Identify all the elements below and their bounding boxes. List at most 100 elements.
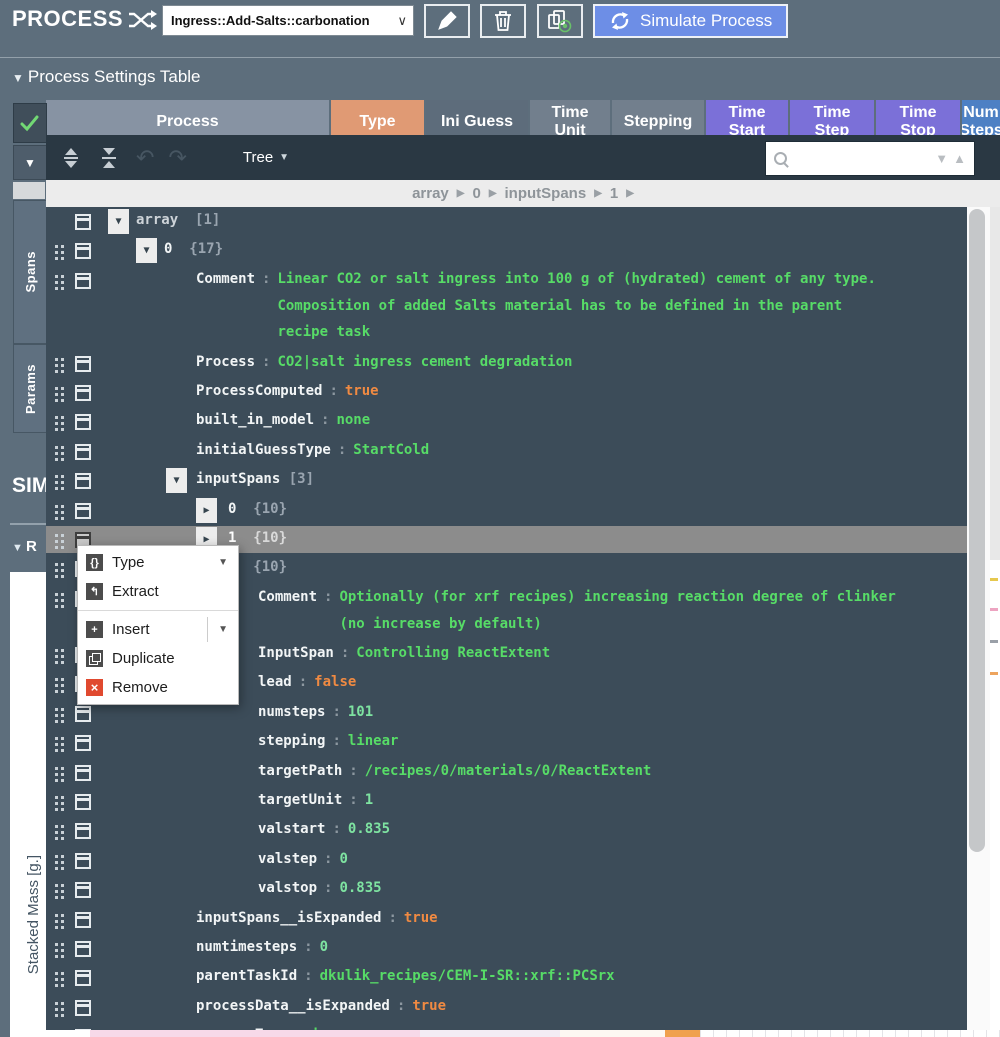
row-actions-button[interactable] (75, 882, 91, 898)
breadcrumb-item[interactable]: array (412, 185, 449, 202)
drag-handle[interactable] (55, 914, 58, 917)
row-actions-button[interactable] (75, 853, 91, 869)
json-value[interactable]: 0.835 (339, 875, 381, 902)
copy-process-button[interactable] (537, 4, 583, 38)
row-actions-button[interactable] (75, 385, 91, 401)
row-actions-button[interactable] (75, 706, 91, 722)
drag-handle[interactable] (55, 446, 58, 449)
json-value[interactable]: 1 (365, 787, 373, 814)
row-actions-button[interactable] (75, 503, 91, 519)
json-value[interactable]: true (412, 993, 446, 1020)
row-group-spans[interactable]: Spans (13, 200, 47, 344)
expand-all-button[interactable] (58, 143, 84, 173)
drag-handle[interactable] (55, 563, 58, 566)
drag-handle[interactable] (55, 796, 58, 799)
drag-handle[interactable] (55, 245, 58, 248)
row-actions-button[interactable] (75, 414, 91, 430)
drag-handle[interactable] (55, 387, 58, 390)
context-menu-item-duplicate[interactable]: Duplicate (78, 644, 238, 673)
json-value[interactable]: /recipes/0/materials/0/ReactExtent (365, 758, 652, 785)
context-menu-item-remove[interactable]: ×Remove (78, 673, 238, 702)
collapse-node-icon[interactable]: ▼ (108, 209, 129, 234)
redo-button[interactable]: ↷ (168, 148, 186, 168)
row-actions-button[interactable] (75, 444, 91, 460)
collapse-node-icon[interactable]: ▼ (136, 238, 157, 263)
breadcrumb-item[interactable]: inputSpans (505, 185, 587, 202)
search-next-icon[interactable]: ▼ (935, 151, 948, 166)
expand-node-icon[interactable]: ▶ (196, 498, 217, 523)
scrollbar-thumb[interactable] (969, 209, 985, 852)
breadcrumb-item[interactable]: 0 (472, 185, 480, 202)
json-value[interactable]: StartCold (353, 437, 429, 464)
drag-handle[interactable] (55, 737, 58, 740)
row-actions-button[interactable] (75, 735, 91, 751)
results-section-header[interactable]: ▼ R (12, 538, 37, 555)
json-value[interactable]: Linear CO2 or salt ingress into 100 g of… (277, 266, 875, 346)
column-header-label: Time (813, 104, 850, 122)
json-value[interactable]: linear (348, 728, 399, 755)
row-actions-button[interactable] (75, 912, 91, 928)
breadcrumb-separator-icon: ▶ (489, 188, 497, 199)
context-menu-item-extract[interactable]: ↰Extract (78, 577, 238, 606)
drag-handle[interactable] (55, 649, 58, 652)
simulate-process-button[interactable]: Simulate Process (593, 4, 788, 38)
delete-process-button[interactable] (480, 4, 526, 38)
row-actions-button[interactable] (75, 243, 91, 259)
drag-handle[interactable] (55, 416, 58, 419)
row-actions-button[interactable] (75, 823, 91, 839)
row-actions-button[interactable] (75, 794, 91, 810)
process-settings-section-header[interactable]: ▼Process Settings Table (12, 67, 201, 87)
drag-handle[interactable] (55, 1002, 58, 1005)
search-input[interactable] (793, 150, 930, 167)
collapse-node-icon[interactable]: ▼ (166, 468, 187, 493)
row-actions-button[interactable] (75, 273, 91, 289)
search-box[interactable]: ▼ ▲ (765, 141, 975, 176)
drag-handle[interactable] (55, 358, 58, 361)
drag-handle[interactable] (55, 505, 58, 508)
select-all-cell[interactable] (13, 103, 47, 143)
json-value[interactable]: false (314, 669, 356, 696)
json-value[interactable]: 0 (339, 846, 347, 873)
drag-handle[interactable] (55, 972, 58, 975)
drag-handle[interactable] (55, 943, 58, 946)
json-value[interactable]: dkulik_recipes/CEM-I-SR::xrf::PCSrx (320, 963, 615, 990)
json-value[interactable]: 0.835 (348, 816, 390, 843)
drag-handle[interactable] (55, 884, 58, 887)
json-value[interactable]: 0 (320, 934, 328, 961)
drag-handle[interactable] (55, 708, 58, 711)
json-value[interactable]: CO2|salt ingress cement degradation (277, 349, 572, 376)
row-actions-button[interactable] (75, 214, 91, 230)
context-menu-item-insert[interactable]: +Insert▼ (78, 615, 238, 644)
json-value[interactable]: Optionally (for xrf recipes) increasing … (339, 584, 895, 637)
process-select[interactable]: Ingress::Add-Salts::carbonation ∨ (162, 5, 414, 36)
json-value[interactable]: Controlling ReactExtent (356, 640, 550, 667)
mode-select[interactable]: Tree ▼ (243, 149, 289, 166)
search-prev-icon[interactable]: ▲ (953, 151, 966, 166)
drag-handle[interactable] (55, 767, 58, 770)
drag-handle[interactable] (55, 534, 58, 537)
json-value[interactable]: ingress (311, 1022, 370, 1030)
undo-button[interactable]: ↶ (136, 148, 154, 168)
row-actions-button[interactable] (75, 473, 91, 489)
row-group-params[interactable]: Params (13, 344, 47, 433)
context-menu-item-type[interactable]: {}Type▼ (78, 548, 238, 577)
row-actions-button[interactable] (75, 765, 91, 781)
edit-process-button[interactable] (424, 4, 470, 38)
row-actions-button[interactable] (75, 970, 91, 986)
drag-handle[interactable] (55, 855, 58, 858)
row-actions-button[interactable] (75, 1000, 91, 1016)
drag-handle[interactable] (55, 275, 58, 278)
drag-handle[interactable] (55, 593, 58, 596)
json-value[interactable]: true (345, 378, 379, 405)
row-actions-button[interactable] (75, 941, 91, 957)
row-actions-button[interactable] (75, 356, 91, 372)
json-value[interactable]: true (404, 905, 438, 932)
collapse-all-button[interactable] (96, 143, 122, 173)
drag-handle[interactable] (55, 678, 58, 681)
breadcrumb-item[interactable]: 1 (610, 185, 618, 202)
json-value[interactable]: none (336, 407, 370, 434)
row-expander-cell[interactable]: ▼ (13, 145, 47, 180)
drag-handle[interactable] (55, 475, 58, 478)
json-value[interactable]: 101 (348, 699, 373, 726)
drag-handle[interactable] (55, 825, 58, 828)
